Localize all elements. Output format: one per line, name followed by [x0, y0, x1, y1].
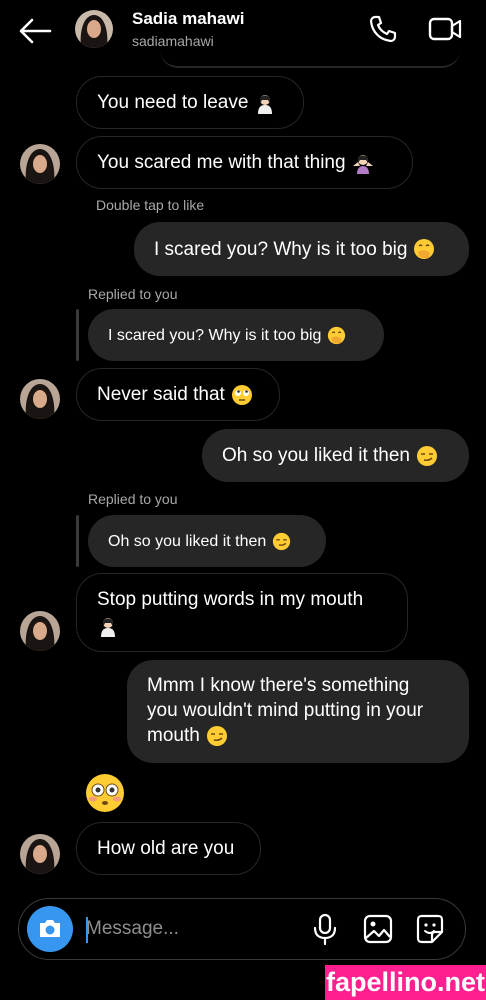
- outgoing-message[interactable]: I scared you? Why is it too big: [134, 222, 469, 276]
- contact-avatar[interactable]: [20, 834, 60, 874]
- incoming-message[interactable]: How old are you: [76, 822, 261, 875]
- reply-bar: [76, 515, 79, 567]
- incoming-message[interactable]: Stop putting words in my mouth: [76, 573, 408, 652]
- watermark: fapellino.net: [325, 965, 486, 1000]
- camera-button[interactable]: [27, 906, 73, 952]
- header-avatar[interactable]: [75, 10, 113, 48]
- back-arrow-icon[interactable]: [18, 16, 52, 46]
- woman-raising-hand-icon: [101, 617, 115, 637]
- quoted-reply[interactable]: I scared you? Why is it too big: [88, 309, 384, 361]
- reply-bar: [76, 309, 79, 361]
- reply-label: Replied to you: [88, 286, 178, 302]
- face-with-hand-over-mouth-icon: [328, 326, 346, 344]
- message-text: How old are you: [97, 838, 235, 859]
- woman-shrugging-icon: [352, 154, 373, 174]
- like-hint: Double tap to like: [96, 197, 205, 213]
- face-with-hand-over-mouth-icon: [414, 239, 435, 259]
- message-text-line: mouth: [147, 725, 200, 746]
- message-text-line: you wouldn't mind putting in your: [147, 700, 424, 721]
- video-camera-icon[interactable]: [428, 14, 462, 44]
- gallery-icon[interactable]: [362, 912, 394, 946]
- incoming-message[interactable]: You scared me with that thing: [76, 136, 413, 189]
- flushed-face-icon[interactable]: [84, 772, 126, 814]
- contact-name[interactable]: Sadia mahawi: [132, 9, 244, 29]
- quoted-reply[interactable]: Oh so you liked it then: [88, 515, 326, 567]
- message-text: Oh so you liked it then: [222, 445, 410, 466]
- message-text: I scared you? Why is it too big: [154, 238, 408, 260]
- smirking-face-icon: [273, 532, 291, 550]
- message-text: Stop putting words in my mouth: [97, 589, 364, 610]
- message-input[interactable]: Message...: [86, 918, 179, 940]
- microphone-icon[interactable]: [310, 912, 340, 946]
- quoted-text: I scared you? Why is it too big: [108, 326, 322, 344]
- message-text: Never said that: [97, 384, 225, 405]
- sticker-icon[interactable]: [414, 912, 446, 946]
- message-text: You need to leave: [97, 92, 249, 113]
- face-with-rolling-eyes-icon: [231, 384, 252, 405]
- reply-label: Replied to you: [88, 491, 178, 507]
- smirking-face-icon: [417, 445, 437, 466]
- message-text-line: Mmm I know there's something: [147, 675, 410, 696]
- outgoing-message[interactable]: Oh so you liked it then: [202, 429, 469, 482]
- phone-icon[interactable]: [368, 14, 398, 44]
- outgoing-message[interactable]: Mmm I know there's something you wouldn'…: [127, 660, 469, 763]
- contact-avatar[interactable]: [20, 611, 60, 651]
- previous-message-edge: [160, 46, 460, 68]
- message-text: You scared me with that thing: [97, 152, 346, 173]
- smirking-face-icon: [206, 725, 227, 746]
- contact-avatar[interactable]: [20, 379, 60, 419]
- contact-avatar[interactable]: [20, 144, 60, 184]
- woman-raising-hand-icon: [258, 94, 273, 114]
- camera-icon: [40, 920, 60, 937]
- incoming-message[interactable]: You need to leave: [76, 76, 304, 129]
- quoted-text: Oh so you liked it then: [108, 532, 267, 550]
- incoming-message[interactable]: Never said that: [76, 368, 280, 421]
